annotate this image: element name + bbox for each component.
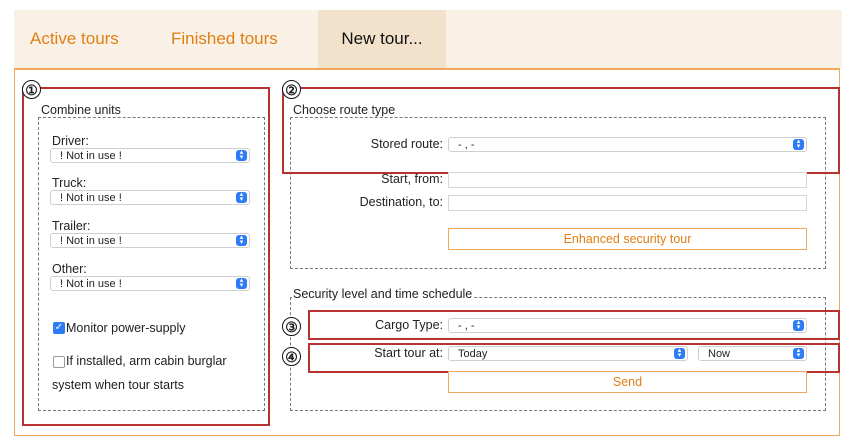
start-day-select[interactable]: Today ▴ ▾ [448, 346, 688, 361]
destination-label: Destination, to: [359, 195, 443, 209]
select-arrows-icon: ▴ ▾ [236, 149, 247, 161]
start-time-value: Now [708, 348, 731, 360]
other-select-value: ! Not in use ! [60, 278, 122, 290]
trailer-select[interactable]: ! Not in use ! ▴ ▾ [50, 233, 250, 248]
select-arrows-icon: ▴ ▾ [793, 138, 804, 150]
select-arrows-icon: ▴ ▾ [236, 234, 247, 246]
enhanced-security-tour-button[interactable]: Enhanced security tour [448, 228, 807, 250]
cargo-type-select[interactable]: - , - ▴ ▾ [448, 318, 807, 333]
tab-new-tour[interactable]: New tour... [318, 10, 446, 68]
stored-route-value: - , - [458, 139, 475, 151]
stored-route-label: Stored route: [370, 137, 443, 151]
security-schedule-legend: Security level and time schedule [292, 287, 474, 301]
driver-label: Driver: [52, 134, 89, 148]
trailer-select-value: ! Not in use ! [60, 235, 122, 247]
send-button[interactable]: Send [448, 371, 807, 393]
marker-2: ② [282, 80, 301, 99]
truck-select-value: ! Not in use ! [60, 192, 122, 204]
select-arrows-icon: ▴ ▾ [793, 347, 804, 359]
start-day-value: Today [458, 348, 488, 360]
select-arrows-icon: ▴ ▾ [236, 191, 247, 203]
trailer-label: Trailer: [52, 219, 91, 233]
monitor-power-checkbox[interactable]: ✓ [53, 322, 65, 334]
driver-select[interactable]: ! Not in use ! ▴ ▾ [50, 148, 250, 163]
arm-burglar-label-line2: system when tour starts [52, 378, 184, 392]
marker-3: ③ [282, 317, 301, 336]
start-time-select[interactable]: Now ▴ ▾ [698, 346, 807, 361]
combine-units-legend: Combine units [40, 103, 122, 117]
tab-finished-tours[interactable]: Finished tours [171, 10, 278, 68]
tab-bar: Active tours Finished tours New tour... [14, 10, 842, 68]
cargo-type-label: Cargo Type: [375, 318, 443, 332]
route-type-legend: Choose route type [292, 103, 397, 117]
marker-1: ① [22, 80, 41, 99]
arm-burglar-checkbox[interactable] [53, 356, 65, 368]
monitor-power-label: Monitor power-supply [66, 321, 186, 335]
select-arrows-icon: ▴ ▾ [793, 319, 804, 331]
select-arrows-icon: ▴ ▾ [674, 347, 685, 359]
start-from-input[interactable] [448, 172, 807, 188]
highlight-box-2 [282, 87, 840, 174]
other-label: Other: [52, 262, 87, 276]
tab-active-tours[interactable]: Active tours [30, 10, 119, 68]
marker-4: ④ [282, 347, 301, 366]
start-tour-label: Start tour at: [374, 346, 443, 360]
truck-label: Truck: [52, 176, 87, 190]
other-select[interactable]: ! Not in use ! ▴ ▾ [50, 276, 250, 291]
driver-select-value: ! Not in use ! [60, 150, 122, 162]
stored-route-select[interactable]: - , - ▴ ▾ [448, 137, 807, 152]
cargo-type-value: - , - [458, 320, 475, 332]
destination-input[interactable] [448, 195, 807, 211]
truck-select[interactable]: ! Not in use ! ▴ ▾ [50, 190, 250, 205]
start-from-label: Start, from: [381, 172, 443, 186]
select-arrows-icon: ▴ ▾ [236, 277, 247, 289]
arm-burglar-label-line1: If installed, arm cabin burglar [66, 354, 227, 368]
